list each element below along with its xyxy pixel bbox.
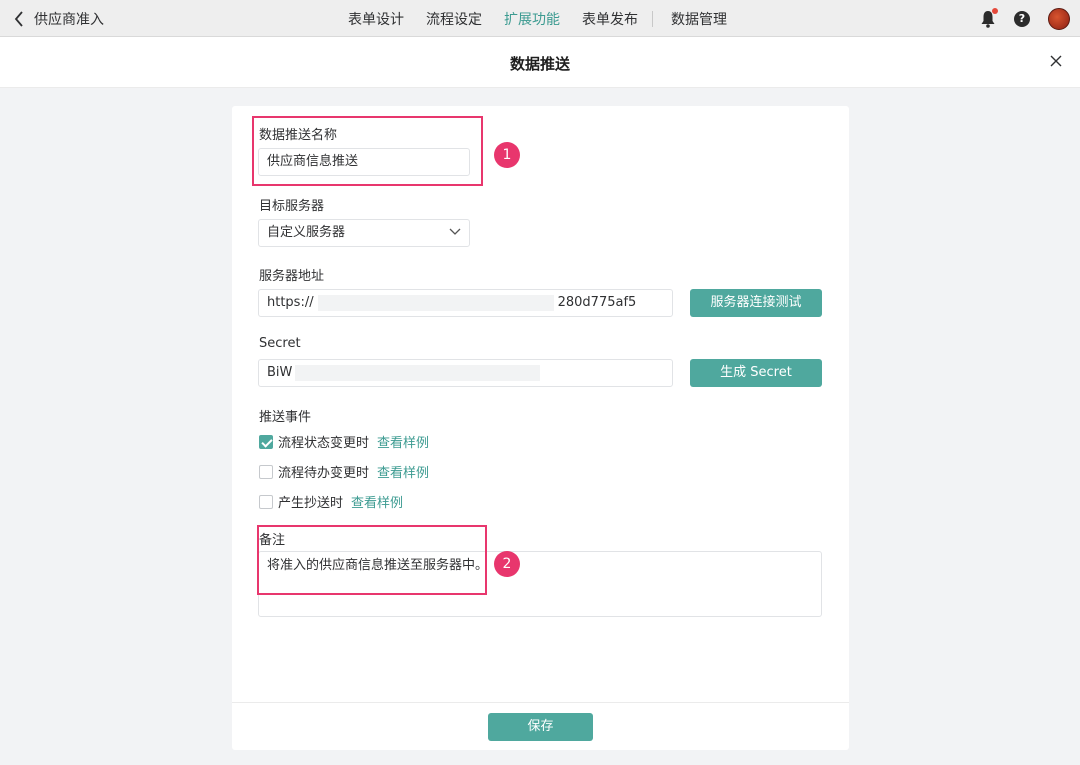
notification-bell-icon[interactable]	[980, 8, 998, 28]
highlight-box-1	[252, 116, 483, 186]
annotation-badge-2: 2	[494, 551, 520, 577]
event-label: 产生抄送时	[278, 496, 344, 511]
event-option[interactable]: 流程待办变更时 查看样例	[259, 462, 429, 481]
view-sample-link[interactable]: 查看样例	[351, 492, 403, 511]
events-label: 推送事件	[259, 410, 312, 425]
chevron-left-icon	[14, 11, 23, 27]
secret-value: BiW	[267, 365, 293, 380]
redacted-block	[317, 294, 554, 311]
avatar[interactable]	[1048, 8, 1070, 30]
nav-extensions[interactable]: 扩展功能	[504, 9, 560, 29]
form-card: 数据推送名称 供应商信息推送 目标服务器 自定义服务器 服务器地址 https:…	[232, 106, 849, 750]
event-label: 流程待办变更时	[278, 466, 370, 481]
nav-form-design[interactable]: 表单设计	[348, 9, 404, 29]
generate-secret-button[interactable]: 生成 Secret	[690, 359, 822, 387]
chevron-down-icon	[449, 228, 461, 235]
back-button[interactable]: 供应商准入	[14, 9, 104, 29]
server-label: 目标服务器	[259, 199, 325, 214]
secret-label: Secret	[259, 336, 301, 351]
redacted-block	[295, 364, 541, 381]
address-prefix: https://	[267, 295, 314, 310]
view-sample-link[interactable]: 查看样例	[377, 432, 429, 451]
checkbox[interactable]	[259, 494, 273, 509]
event-label: 流程状态变更时	[278, 436, 370, 451]
checkbox-checked[interactable]	[259, 434, 273, 449]
help-icon[interactable]: ?	[1014, 11, 1030, 27]
event-option[interactable]: 流程状态变更时 查看样例	[259, 432, 429, 451]
dialog-header: 数据推送	[0, 37, 1080, 88]
address-label: 服务器地址	[259, 269, 325, 284]
nav-form-publish[interactable]: 表单发布	[582, 9, 638, 29]
back-label: 供应商准入	[34, 12, 104, 28]
close-icon[interactable]	[1050, 55, 1062, 67]
annotation-badge-1: 1	[494, 142, 520, 168]
save-button[interactable]: 保存	[488, 713, 593, 741]
server-select[interactable]: 自定义服务器	[258, 219, 470, 247]
server-select-value: 自定义服务器	[267, 225, 346, 240]
secret-input[interactable]: BiW	[258, 359, 673, 387]
address-input[interactable]: https:// 280d775af5	[258, 289, 673, 317]
view-sample-link[interactable]: 查看样例	[377, 462, 429, 481]
highlight-box-2	[257, 525, 487, 595]
dialog-title: 数据推送	[509, 55, 570, 73]
nav-data-management[interactable]: 数据管理	[671, 9, 727, 29]
top-bar: 供应商准入 表单设计 流程设定 扩展功能 表单发布 数据管理 ?	[0, 0, 1080, 37]
notification-dot	[992, 8, 998, 14]
nav-flow-settings[interactable]: 流程设定	[426, 9, 482, 29]
address-suffix: 280d775af5	[557, 295, 637, 310]
top-nav: 表单设计 流程设定 扩展功能 表单发布 数据管理	[348, 9, 727, 29]
checkbox[interactable]	[259, 464, 273, 479]
nav-divider	[652, 11, 653, 27]
event-option[interactable]: 产生抄送时 查看样例	[259, 492, 403, 511]
test-connection-button[interactable]: 服务器连接测试	[690, 289, 822, 317]
dialog-footer: 保存	[232, 702, 849, 750]
